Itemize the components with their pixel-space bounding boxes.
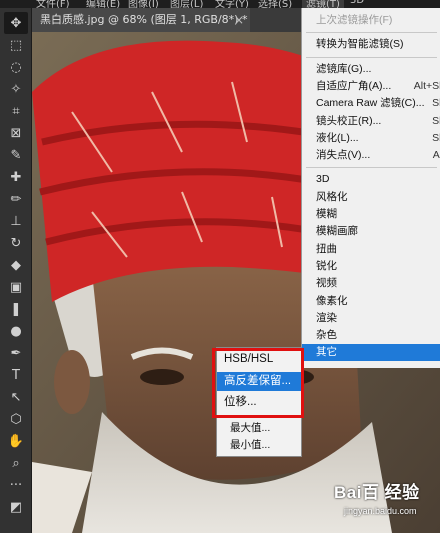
- filter-menu-item-label: 风格化: [316, 190, 348, 203]
- tools-panel: ✥ ⬚ ◌ ✧ ⌗ ⊠ ✎ ✚ ✏ ⊥ ↻ ◆ ▣ ❚ ● ✒ T ↖ ⬡ ✋ ⌕ ··· ◩: [0, 8, 32, 533]
- crop-icon[interactable]: ⌗: [4, 100, 28, 122]
- filter-menu-item[interactable]: 渲染: [302, 310, 440, 327]
- brush-icon[interactable]: ✏: [4, 188, 28, 210]
- menu-edit[interactable]: 编辑(E): [86, 0, 120, 8]
- filter-menu-item[interactable]: 扭曲: [302, 241, 440, 258]
- filter-menu-item-label: 模糊: [316, 208, 337, 220]
- other-submenu-item[interactable]: HSB/HSL: [217, 351, 301, 368]
- magic-wand-icon[interactable]: ✧: [4, 78, 28, 100]
- filter-menu-item-label: 渲染: [316, 311, 337, 324]
- menu-3d[interactable]: 3D: [350, 0, 364, 6]
- history-brush-icon[interactable]: ↻: [4, 232, 28, 254]
- filter-menu-item-shortcut: Sh: [432, 97, 440, 110]
- filter-menu-item[interactable]: 模糊: [302, 206, 440, 223]
- filter-menu-item-shortcut: Alt: [432, 149, 440, 162]
- colors-icon[interactable]: ◩: [4, 496, 28, 518]
- gradient-icon[interactable]: ▣: [4, 276, 28, 298]
- filter-menu-item-label: 消失点(V)...: [316, 149, 371, 162]
- filter-menu-item-label: 其它: [316, 346, 337, 359]
- blur-icon[interactable]: ❚: [4, 298, 28, 320]
- healing-brush-icon[interactable]: ✚: [4, 166, 28, 188]
- filter-menu-item[interactable]: 其它: [302, 344, 440, 362]
- filter-menu-item[interactable]: Camera Raw 滤镜(C)... Sh: [302, 95, 440, 112]
- other-submenu-item[interactable]: 最小值...: [217, 437, 301, 453]
- hand-icon[interactable]: ✋: [4, 430, 28, 452]
- menu-type[interactable]: 文字(Y): [215, 0, 249, 8]
- menu-separator: [306, 167, 437, 169]
- other-submenu-item[interactable]: 高反差保留...: [217, 372, 301, 391]
- filter-menu-item-label: 转换为智能滤镜(S): [316, 38, 404, 51]
- menu-filter[interactable]: 滤镜(T): [302, 0, 344, 8]
- menu-separator: [221, 416, 297, 417]
- filter-menu-item[interactable]: 液化(L)... Sh: [302, 130, 440, 147]
- filter-menu: 上次滤镜操作(F) 转换为智能滤镜(S) 滤镜库(G)... 自适应广角(A)... A…: [301, 8, 440, 368]
- lasso-icon[interactable]: ◌: [4, 56, 28, 78]
- other-submenu: HSB/HSL 高反差保留... 位移... 最大值... 最小值...: [216, 347, 302, 457]
- watermark-url: jingyan.baidu.com: [344, 506, 417, 516]
- menu-select[interactable]: 选择(S): [258, 0, 292, 8]
- menu-image[interactable]: 图像(I): [128, 0, 159, 8]
- menu-separator: [306, 56, 437, 58]
- baidu-logo: Bai百 经验: [334, 483, 420, 502]
- filter-menu-item-label: 上次滤镜操作(F): [316, 14, 393, 26]
- mores-icon[interactable]: ···: [4, 474, 28, 496]
- dodge-icon[interactable]: ●: [4, 320, 28, 342]
- filter-menu-item-shortcut: Sh: [432, 131, 440, 144]
- zoom-icon[interactable]: ⌕: [4, 452, 28, 474]
- filter-menu-item-label: 自适应广角(A)...: [316, 79, 392, 92]
- filter-menu-item-label: 锐化: [316, 259, 337, 272]
- filter-menu-item[interactable]: 杂色: [302, 327, 440, 344]
- filter-menu-item-label: 杂色: [316, 329, 337, 342]
- eraser-icon[interactable]: ◆: [4, 254, 28, 276]
- filter-menu-item[interactable]: 像素化: [302, 293, 440, 310]
- move-icon[interactable]: ✥: [4, 12, 28, 34]
- type-icon[interactable]: T: [4, 364, 28, 386]
- frame-icon[interactable]: ⊠: [4, 122, 28, 144]
- filter-menu-item[interactable]: 转换为智能滤镜(S): [302, 36, 440, 53]
- filter-menu-item[interactable]: 风格化: [302, 189, 440, 206]
- menu-separator: [306, 32, 437, 34]
- filter-menu-item-label: 视频: [316, 277, 337, 290]
- filter-menu-item-label: 镜头校正(R)...: [316, 114, 382, 127]
- filter-menu-item[interactable]: 消失点(V)... Alt: [302, 147, 440, 164]
- filter-menu-item-label: Camera Raw 滤镜(C)...: [316, 97, 425, 110]
- document-tab-title: 黑白质感.jpg @ 68% (图层 1, RGB/8*) *: [40, 13, 248, 26]
- filter-menu-item-label: 滤镜库(G)...: [316, 62, 372, 75]
- filter-menu-item: 上次滤镜操作(F): [302, 12, 440, 29]
- filter-menu-item-shortcut: Sh: [432, 114, 440, 127]
- filter-menu-item[interactable]: 模糊画廊: [302, 223, 440, 240]
- other-submenu-item[interactable]: 位移...: [217, 393, 301, 412]
- marquee-icon[interactable]: ⬚: [4, 34, 28, 56]
- shape-icon[interactable]: ⬡: [4, 408, 28, 430]
- other-submenu-item[interactable]: 最大值...: [217, 420, 301, 436]
- filter-menu-item-shortcut: Alt+Sh: [413, 79, 440, 92]
- menu-file[interactable]: 文件(F): [36, 0, 70, 8]
- eyedropper-icon[interactable]: ✎: [4, 144, 28, 166]
- filter-menu-item[interactable]: 视频: [302, 275, 440, 292]
- pen-icon[interactable]: ✒: [4, 342, 28, 364]
- menu-bar: 文件(F) 编辑(E) 图像(I) 图层(L) 文字(Y) 选择(S) 滤镜(T…: [0, 0, 440, 8]
- menu-layer[interactable]: 图层(L): [170, 0, 203, 8]
- filter-menu-item-label: 像素化: [316, 294, 348, 307]
- path-selection-icon[interactable]: ↖: [4, 386, 28, 408]
- filter-menu-item-label: 扭曲: [316, 242, 337, 255]
- close-icon[interactable]: ×: [234, 8, 244, 32]
- filter-menu-item[interactable]: 3D: [302, 171, 440, 188]
- stamp-icon[interactable]: ⊥: [4, 210, 28, 232]
- filter-menu-item-label: 模糊画廊: [316, 225, 358, 238]
- baidu-watermark: Bai百 经验 jingyan.baidu.com: [334, 478, 438, 524]
- filter-menu-item[interactable]: 自适应广角(A)... Alt+Sh: [302, 78, 440, 95]
- document-tab[interactable]: 黑白质感.jpg @ 68% (图层 1, RGB/8*) * ×: [32, 8, 250, 32]
- filter-menu-item-label: 液化(L)...: [316, 131, 359, 144]
- filter-menu-item[interactable]: 滤镜库(G)...: [302, 61, 440, 78]
- filter-menu-item[interactable]: 锐化: [302, 258, 440, 275]
- filter-menu-item[interactable]: 镜头校正(R)... Sh: [302, 113, 440, 130]
- filter-menu-item-label: 3D: [316, 173, 330, 186]
